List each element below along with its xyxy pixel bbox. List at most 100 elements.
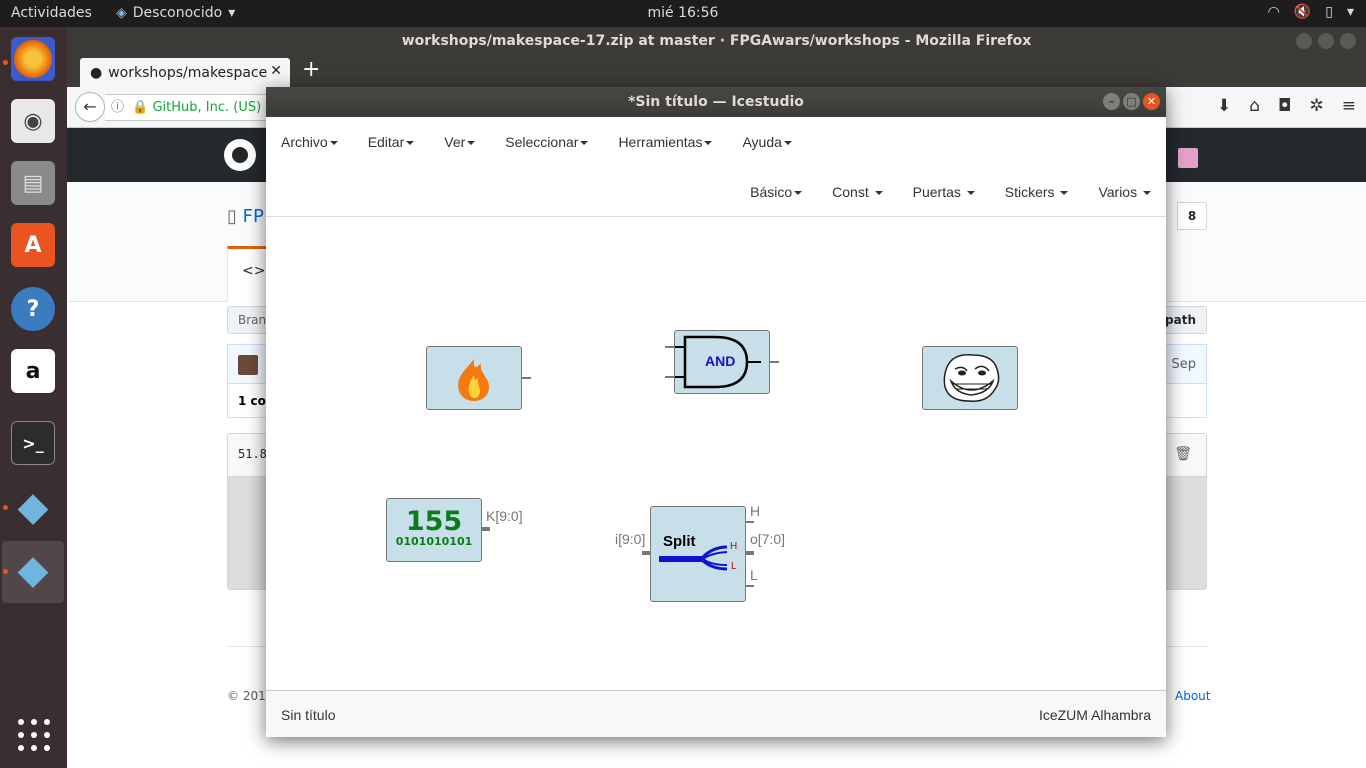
info-icon[interactable]: ⓘ (111, 100, 124, 115)
design-canvas[interactable]: AND 155 0101010101 K[9:0] i[9:0] Split H… (266, 218, 1166, 690)
avatar[interactable] (238, 355, 258, 375)
system-tray[interactable]: ◠ 🔇 ▯ ▾ (1268, 4, 1354, 20)
menu-ayuda[interactable]: Ayuda (742, 134, 792, 150)
menu-basico[interactable]: Básico (750, 184, 803, 200)
footer-about-link[interactable]: About (1175, 689, 1210, 703)
repo-name[interactable]: ▯ FP (227, 206, 264, 227)
and-gate-block[interactable]: AND (674, 330, 770, 394)
split-h-mark: H (730, 541, 738, 552)
caret-icon (406, 141, 415, 146)
menu-varios[interactable]: Varios (1098, 184, 1151, 200)
volume-icon[interactable]: 🔇 (1294, 4, 1311, 20)
hamburger-menu-icon[interactable]: ≡ (1342, 96, 1356, 116)
blocks-menu: Básico Const Puertas Stickers Varios (266, 167, 1166, 217)
menu-seleccionar[interactable]: Seleccionar (505, 134, 589, 150)
running-indicator (3, 569, 8, 574)
split-block[interactable]: Split H L (650, 506, 746, 602)
input-port[interactable] (665, 376, 674, 378)
lock-icon: 🔒 (132, 100, 149, 115)
icestudio-window: *Sin título — Icestudio – □ ✕ Archivo Ed… (266, 87, 1166, 737)
trash-icon[interactable]: 🗑 (1174, 446, 1192, 462)
new-tab-button[interactable]: + (302, 59, 320, 81)
github-logo-icon[interactable] (224, 139, 256, 171)
output-port-l[interactable] (746, 585, 754, 587)
board-name[interactable]: IceZUM Alhambra (1039, 707, 1151, 723)
terminal-icon[interactable]: >_ (11, 421, 55, 465)
firefox-toolbar: ⬇ ⌂ ◘ ✲ ≡ (1217, 96, 1356, 116)
chevron-down-icon[interactable]: ▾ (1347, 4, 1354, 20)
icestudio-window-title: *Sin título — Icestudio (628, 94, 804, 110)
fire-block[interactable] (426, 346, 522, 410)
caret-icon (966, 190, 975, 195)
speaker-icon[interactable]: ◉ (11, 99, 55, 143)
output-port-o[interactable] (746, 551, 754, 555)
repo-icon: ▯ (227, 206, 243, 227)
input-port[interactable] (665, 346, 674, 348)
ubuntu-launcher: ◉ ▤ A ? a >_ ◆ ◆ (0, 27, 67, 768)
output-port[interactable] (522, 377, 531, 379)
firefox-window-controls (1296, 33, 1356, 49)
output-port[interactable] (482, 527, 490, 531)
caret-icon (1060, 190, 1069, 195)
menu-archivo[interactable]: Archivo (281, 134, 338, 150)
back-button[interactable]: ← (75, 92, 105, 122)
help-icon[interactable]: ? (11, 287, 55, 331)
maximize-button[interactable] (1318, 33, 1334, 49)
extension-icon[interactable]: ✲ (1310, 96, 1324, 116)
close-button[interactable]: ✕ (1143, 93, 1160, 110)
icestudio-window-controls: – □ ✕ (1103, 93, 1160, 110)
split-l-mark: L (731, 561, 737, 572)
show-applications-button[interactable] (18, 719, 50, 751)
menu-const[interactable]: Const (832, 184, 883, 200)
chevron-down-icon: ▾ (228, 5, 236, 21)
battery-icon[interactable]: ▯ (1325, 4, 1333, 20)
menu-herramientas[interactable]: Herramientas (618, 134, 713, 150)
menu-ver[interactable]: Ver (444, 134, 476, 150)
menu-puertas[interactable]: Puertas (913, 184, 975, 200)
site-identity: GitHub, Inc. (US) (152, 100, 262, 115)
caret-icon (467, 141, 476, 146)
constant-port-label: K[9:0] (486, 508, 523, 524)
caret-icon (874, 190, 883, 195)
maximize-button[interactable]: □ (1123, 93, 1140, 110)
amazon-icon[interactable]: a (11, 349, 55, 393)
minimize-button[interactable] (1296, 33, 1312, 49)
menu-editar[interactable]: Editar (368, 134, 415, 150)
input-port[interactable] (642, 551, 650, 555)
home-icon[interactable]: ⌂ (1249, 96, 1260, 116)
firefox-titlebar: workshops/makespace-17.zip at master · F… (67, 27, 1366, 55)
download-icon[interactable]: ⬇ (1217, 96, 1231, 116)
menu-stickers[interactable]: Stickers (1005, 184, 1069, 200)
files-icon[interactable]: ▤ (11, 161, 55, 205)
browser-tab[interactable]: ● workshops/makespace ✕ (80, 58, 290, 87)
icestudio-icon[interactable]: ◆ (11, 484, 55, 530)
star-count[interactable]: 8 (1177, 202, 1207, 230)
close-button[interactable] (1340, 33, 1356, 49)
network-indicator[interactable]: ◈ Desconocido ▾ (116, 5, 235, 21)
minimize-button[interactable]: – (1103, 93, 1120, 110)
split-input-label: i[9:0] (615, 531, 646, 547)
url-bar[interactable]: ⓘ 🔒 GitHub, Inc. (US) htt (105, 94, 275, 121)
troll-face-block[interactable] (922, 346, 1018, 410)
firefox-icon[interactable] (11, 37, 55, 81)
caret-icon (794, 190, 803, 195)
pocket-icon[interactable]: ◘ (1278, 96, 1291, 116)
wifi-icon[interactable]: ◠ (1268, 4, 1280, 20)
split-h-label: H (750, 503, 761, 519)
troll-face-icon (943, 354, 1000, 402)
activities-button[interactable]: Actividades (11, 5, 92, 21)
constant-value: 155 (405, 506, 463, 537)
output-port[interactable] (770, 361, 779, 363)
caret-icon (329, 141, 338, 146)
output-port-h[interactable] (746, 521, 754, 523)
avatar[interactable] (1178, 148, 1198, 168)
software-center-icon[interactable]: A (11, 223, 55, 267)
network-label: Desconocido (132, 5, 223, 21)
icestudio-icon[interactable]: ◆ (11, 547, 55, 593)
constant-block[interactable]: 155 0101010101 (386, 498, 482, 562)
split-l-label: L (750, 567, 758, 583)
github-favicon-icon: ● (90, 64, 103, 81)
network-icon: ◈ (116, 5, 127, 21)
ubuntu-top-bar: Actividades ◈ Desconocido ▾ mié 16:56 ◠ … (0, 0, 1366, 27)
close-tab-icon[interactable]: ✕ (270, 63, 282, 79)
